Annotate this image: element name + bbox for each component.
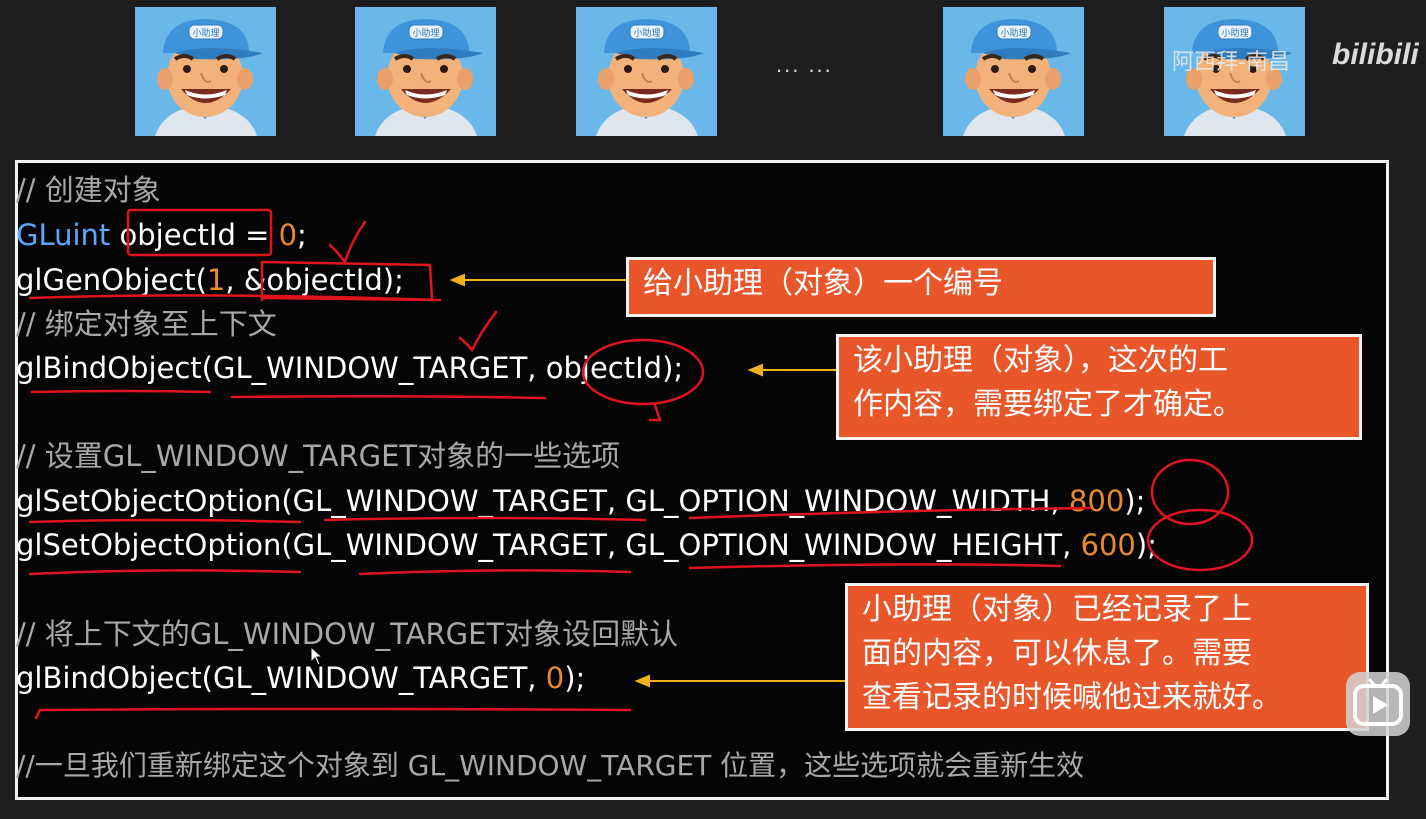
code-line-set-height: glSetObjectOption(GL_WINDOW_TARGET, GL_O… [16, 531, 1157, 560]
code-token: 1 [206, 263, 226, 297]
code-token: ); [1135, 528, 1157, 562]
mouse-cursor-icon [310, 646, 324, 666]
code-line-comment-reset: // 将上下文的GL_WINDOW_TARGET对象设回默认 [16, 620, 678, 649]
code-token: glBindObject(GL_WINDOW_TARGET, objectId)… [16, 351, 684, 385]
code-token: // 将上下文的GL_WINDOW_TARGET对象设回默认 [16, 617, 679, 651]
callout-text-line: 小助理（对象）已经记录了上 [862, 592, 1252, 627]
svg-text:小助理: 小助理 [192, 27, 219, 39]
code-token: objectId = [110, 218, 279, 252]
code-token: // 创建对象 [16, 173, 161, 207]
callout-assign-id: 给小助理（对象）一个编号 [626, 257, 1216, 317]
callout-text-line: 该小助理（对象），这次的工 [853, 343, 1228, 378]
code-token: ); [564, 661, 586, 695]
code-token: ); [1124, 484, 1146, 518]
code-line-set-width: glSetObjectOption(GL_WINDOW_TARGET, GL_O… [16, 487, 1145, 516]
code-token: 0 [278, 218, 298, 252]
svg-text:小助理: 小助理 [1000, 27, 1027, 39]
code-token: glSetObjectOption(GL_WINDOW_TARGET, GL_O… [16, 484, 1069, 518]
code-line-glbindobject: glBindObject(GL_WINDOW_TARGET, objectId)… [16, 354, 683, 383]
bilibili-logo: bilibili [1332, 38, 1419, 71]
code-line-comment-rebind: //一旦我们重新绑定这个对象到 GL_WINDOW_TARGET 位置，这些选项… [16, 752, 1084, 780]
code-line-gluint: GLuint objectId = 0; [16, 221, 307, 250]
ellipsis-text: ... ... [776, 52, 833, 77]
code-token: glGenObject( [16, 263, 207, 297]
svg-text:小助理: 小助理 [412, 27, 439, 39]
code-token: // 设置GL_WINDOW_TARGET对象的一些选项 [16, 439, 621, 473]
code-token: GLuint [16, 218, 111, 252]
svg-text:小助理: 小助理 [1221, 27, 1248, 39]
watermark-author: 阿西拜-南昌 [1172, 50, 1290, 75]
callout-unbind-explain: 小助理（对象）已经记录了上 面的内容，可以休息了。需要 查看记录的时候喊他过来就好。 [845, 583, 1369, 731]
code-token: // 绑定对象至上下文 [16, 307, 277, 341]
callout-text-line: 作内容，需要绑定了才确定。 [853, 387, 1243, 422]
assistant-avatar-icon: 小助理 [943, 7, 1084, 136]
code-token: ; [297, 218, 307, 252]
code-token: 600 [1080, 528, 1136, 562]
assistant-avatar-icon: 小助理 [355, 7, 496, 136]
code-token: , &objectId); [225, 263, 404, 297]
callout-text-line: 面的内容，可以休息了。需要 [862, 636, 1252, 671]
code-token: 0 [545, 661, 565, 695]
assistant-avatar-icon: 小助理 [135, 7, 276, 136]
code-line-comment-create: // 创建对象 [16, 176, 161, 205]
code-token: glBindObject(GL_WINDOW_TARGET, [16, 661, 546, 695]
code-line-unbind: glBindObject(GL_WINDOW_TARGET, 0); [16, 664, 585, 693]
svg-text:小助理: 小助理 [633, 27, 660, 39]
code-line-comment-bind: // 绑定对象至上下文 [16, 310, 277, 339]
callout-bind-explain: 该小助理（对象），这次的工 作内容，需要绑定了才确定。 [836, 334, 1362, 440]
code-token: 800 [1068, 484, 1125, 518]
assistant-avatar-icon: 小助理 [576, 7, 717, 136]
play-button[interactable] [1346, 672, 1410, 736]
play-icon [1353, 678, 1403, 726]
code-line-glgenobject: glGenObject(1, &objectId); [16, 266, 404, 295]
callout-text-line: 查看记录的时候喊他过来就好。 [862, 680, 1282, 715]
code-token: //一旦我们重新绑定这个对象到 GL_WINDOW_TARGET 位置，这些选项… [16, 749, 1085, 782]
code-token: glSetObjectOption(GL_WINDOW_TARGET, GL_O… [16, 528, 1081, 562]
code-line-comment-options: // 设置GL_WINDOW_TARGET对象的一些选项 [16, 442, 620, 471]
callout-text-line: 给小助理（对象）一个编号 [643, 266, 1003, 301]
